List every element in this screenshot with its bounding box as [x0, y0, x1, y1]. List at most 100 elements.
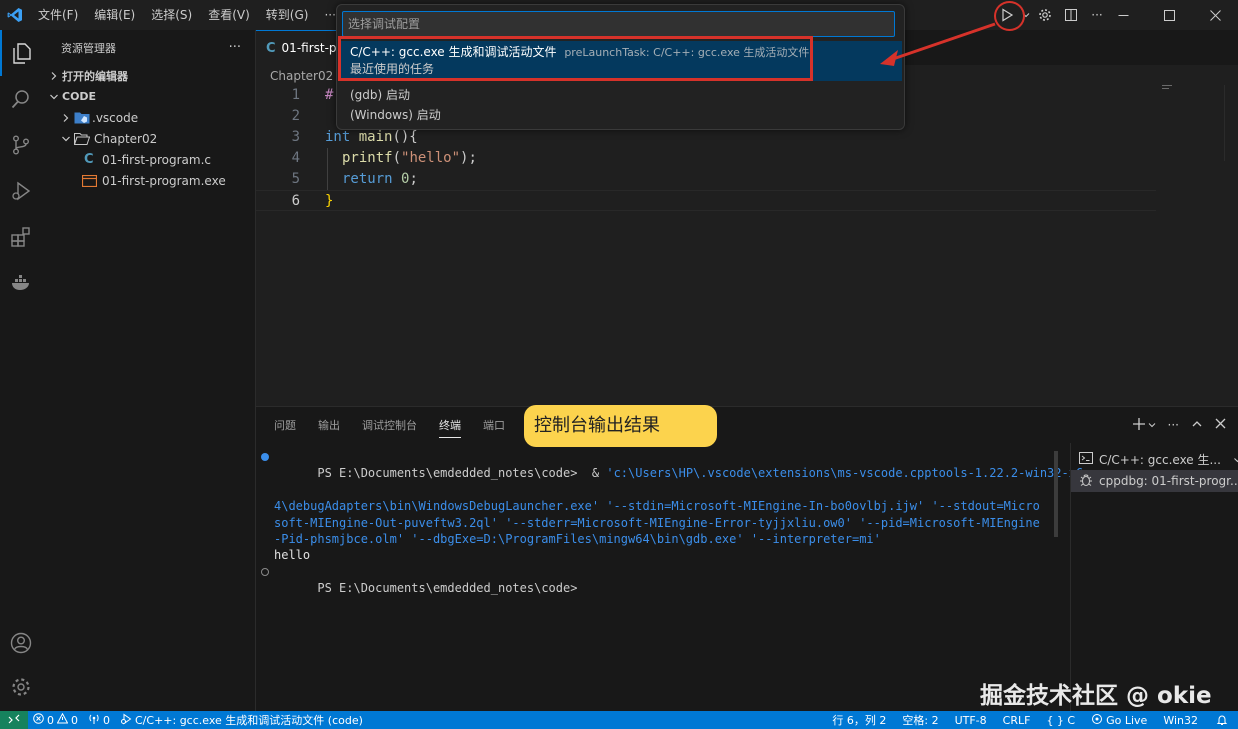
code-keyword: return	[342, 171, 393, 187]
search-icon[interactable]	[0, 76, 42, 122]
terminal-scrollbar[interactable]	[1054, 451, 1058, 537]
code-line-3: 3 int main(){	[256, 127, 1156, 148]
explorer-more-icon[interactable]: ···	[229, 40, 241, 55]
panel-tabs: 问题 输出 调试控制台 终端 端口	[274, 407, 505, 443]
code-punct: (	[392, 150, 402, 166]
tree-item-exe-file[interactable]: 01-first-program.exe	[42, 170, 255, 191]
command-idle-icon	[261, 567, 269, 576]
c-language-icon: C	[266, 40, 276, 56]
terminal-output[interactable]: PS E:\Documents\emdedded_notes\code> & '…	[260, 449, 1083, 613]
window-controls	[1100, 0, 1238, 30]
tree-item-vscode[interactable]: .vscode	[42, 107, 255, 128]
tab-debug-console[interactable]: 调试控制台	[362, 417, 417, 433]
quick-pick-input[interactable]: 选择调试配置	[342, 11, 895, 37]
menu-bar: 文件(F) 编辑(E) 选择(S) 查看(V) 转到(G) ···	[30, 0, 344, 30]
warning-icon	[56, 712, 69, 727]
platform[interactable]: Win32	[1155, 711, 1206, 729]
indent-guide	[327, 148, 328, 190]
tab-output[interactable]: 输出	[318, 417, 340, 433]
broadcast-icon	[1091, 713, 1103, 728]
remote-indicator[interactable]	[0, 711, 28, 729]
workspace-section[interactable]: CODE	[42, 86, 255, 107]
quick-pick-item-windows[interactable]: (Windows) 启动	[340, 105, 902, 126]
minimize-icon[interactable]	[1100, 0, 1146, 30]
tab-terminal[interactable]: 终端	[439, 417, 461, 438]
c-language-icon: C	[84, 152, 94, 167]
ports-count: 0	[103, 713, 110, 727]
minimap[interactable]	[1162, 85, 1176, 90]
menu-selection[interactable]: 选择(S)	[143, 0, 200, 30]
tree-item-label: Chapter02	[94, 131, 158, 146]
language-mode[interactable]: { } C	[1038, 711, 1083, 729]
chevron-down-icon	[46, 92, 62, 102]
chevron-down-icon[interactable]	[1148, 418, 1156, 432]
terminal-list-label: cppdbg: 01-first-progr...	[1099, 474, 1238, 488]
menu-edit[interactable]: 编辑(E)	[86, 0, 143, 30]
tree-item-label: 01-first-program.c	[102, 152, 212, 167]
terminal-prompt: PS E:\Documents\emdedded_notes\code> &	[317, 466, 607, 481]
panel-more-icon[interactable]: ···	[1168, 418, 1179, 432]
tree-item-chapter02[interactable]: Chapter02	[42, 128, 255, 149]
close-icon[interactable]	[1192, 0, 1238, 30]
line-number: 4	[291, 150, 300, 166]
terminal-prompt: PS E:\Documents\emdedded_notes\code>	[317, 581, 578, 596]
menu-file[interactable]: 文件(F)	[30, 0, 86, 30]
quick-pick-item-gdb[interactable]: (gdb) 启动	[340, 85, 902, 106]
remote-icon	[8, 713, 20, 728]
maximize-panel-icon[interactable]	[1191, 418, 1203, 433]
maximize-icon[interactable]	[1146, 0, 1192, 30]
debug-alt-icon	[120, 713, 132, 728]
terminal-list: C/C++: gcc.exe 生... cppdbg: 01-first-pro…	[1070, 443, 1238, 712]
extensions-icon[interactable]	[0, 214, 42, 260]
docker-icon[interactable]	[0, 260, 42, 306]
notifications-bell-icon[interactable]	[1206, 711, 1238, 729]
menu-go[interactable]: 转到(G)	[258, 0, 317, 30]
folder-open-icon	[74, 132, 94, 145]
chevron-right-icon	[46, 71, 62, 81]
ports-indicator[interactable]: 0	[83, 711, 115, 729]
terminal-line: -Pid-phsmjbce.olm' '--dbgExe=D:\ProgramF…	[274, 532, 881, 547]
code-text: #	[325, 87, 334, 103]
settings-gear-icon[interactable]	[0, 664, 42, 710]
gear-icon[interactable]	[1033, 1, 1057, 29]
account-icon[interactable]	[0, 620, 42, 666]
terminal-list-item[interactable]: cppdbg: 01-first-progr...	[1071, 470, 1238, 492]
explorer-sidebar: 资源管理器 ··· 打开的编辑器 CODE .vscode Chapter02 …	[42, 30, 256, 711]
code-line-6: 6 }	[256, 190, 1156, 211]
cursor-position[interactable]: 行 6，列 2	[824, 711, 894, 729]
code-brace: }	[325, 193, 334, 209]
explorer-icon[interactable]	[0, 30, 42, 76]
chevron-right-icon	[58, 113, 74, 123]
open-editors-section[interactable]: 打开的编辑器	[42, 65, 255, 86]
code-punct: );	[460, 150, 477, 166]
split-editor-icon[interactable]	[1059, 1, 1083, 29]
close-panel-icon[interactable]	[1215, 418, 1226, 432]
code-line-4: 4 printf("hello");	[256, 148, 1156, 169]
tree-item-c-file[interactable]: C 01-first-program.c	[42, 149, 255, 170]
line-number: 5	[291, 171, 300, 187]
editor-scrollbar[interactable]	[1224, 85, 1234, 161]
line-number: 6	[291, 193, 300, 209]
explorer-header: 资源管理器 ···	[42, 30, 255, 65]
end-of-line[interactable]: CRLF	[995, 711, 1039, 729]
launch-config-indicator[interactable]: C/C++: gcc.exe 生成和调试活动文件 (code)	[115, 711, 368, 729]
encoding[interactable]: UTF-8	[947, 711, 995, 729]
tab-problems[interactable]: 问题	[274, 417, 296, 433]
source-control-icon[interactable]	[0, 122, 42, 168]
broadcast-icon	[88, 713, 100, 728]
tab-ports[interactable]: 端口	[483, 417, 505, 433]
editor-tab[interactable]: C 01-first-p	[256, 30, 347, 65]
go-live-button[interactable]: Go Live	[1083, 711, 1155, 729]
explorer-title: 资源管理器	[61, 41, 116, 55]
new-terminal-icon[interactable]	[1132, 417, 1146, 434]
go-live-label: Go Live	[1106, 713, 1148, 727]
check-icon	[1233, 452, 1238, 467]
run-and-debug-icon[interactable]	[0, 168, 42, 214]
problems-indicator[interactable]: 0 0	[28, 711, 83, 729]
terminal-list-item[interactable]: C/C++: gcc.exe 生...	[1071, 448, 1238, 470]
menu-view[interactable]: 查看(V)	[200, 0, 258, 30]
launch-config-label: C/C++: gcc.exe 生成和调试活动文件 (code)	[135, 714, 363, 727]
vscode-logo-icon	[0, 0, 30, 30]
indentation[interactable]: 空格: 2	[894, 711, 946, 729]
tab-label: 01-first-p	[281, 41, 337, 55]
